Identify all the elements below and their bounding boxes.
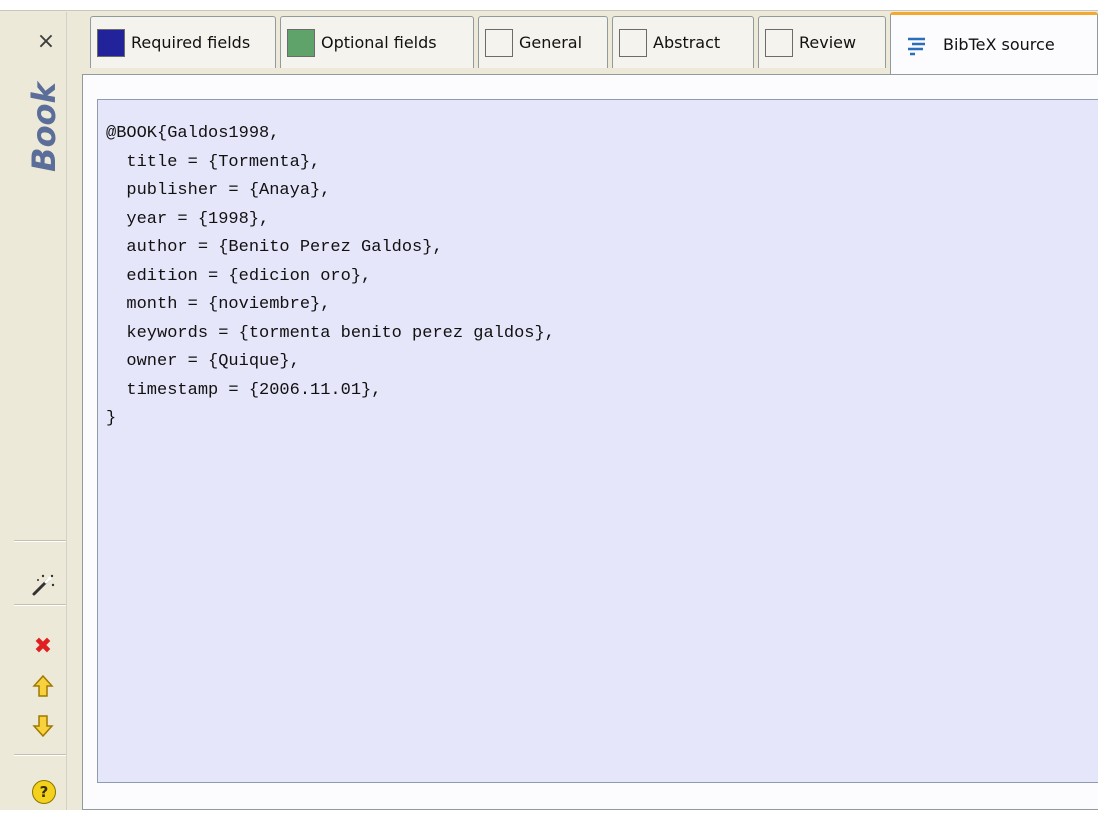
tab-optional-fields[interactable]: Optional fields [280, 16, 474, 68]
bottom-edge [0, 810, 1098, 815]
source-line: timestamp = {2006.11.01}, [106, 380, 382, 400]
entry-type-label: Book [25, 82, 63, 172]
source-line: title = {Tormenta}, [106, 152, 321, 172]
tab-label: General [519, 33, 583, 52]
color-swatch-icon [287, 28, 315, 57]
tab-bar: Required fields Optional fields General … [82, 12, 1098, 74]
toolbar-divider [14, 754, 66, 756]
source-line: author = {Benito Perez Galdos}, [106, 238, 443, 257]
delete-icon[interactable]: ✖ [30, 634, 56, 660]
arrow-up-icon[interactable] [30, 674, 56, 700]
color-swatch-icon [485, 28, 513, 57]
bibtex-source-editor[interactable]: @BOOK{Galdos1998, title = {Tormenta}, pu… [97, 99, 1098, 783]
toolbar-divider [14, 540, 66, 542]
tab-label: Review [799, 33, 857, 52]
entry-editor-window: × Book ✖ ? Required fields Optional fiel… [0, 0, 1098, 815]
tab-label: Optional fields [321, 33, 437, 52]
magic-wand-icon[interactable] [30, 572, 56, 598]
source-line: month = {noviembre}, [106, 295, 331, 314]
tab-review[interactable]: Review [758, 16, 886, 68]
source-line: publisher = {Anaya}, [106, 181, 331, 200]
source-line: keywords = {tormenta benito perez galdos… [106, 323, 555, 343]
source-line: owner = {Quique}, [106, 352, 300, 371]
arrow-down-icon[interactable] [30, 714, 56, 740]
source-line: @BOOK{Galdos1998, [106, 124, 280, 143]
tab-content-panel: @BOOK{Galdos1998, title = {Tormenta}, pu… [82, 74, 1098, 810]
tab-label: Required fields [131, 33, 251, 52]
top-strip [0, 0, 1098, 11]
bibtex-source-icon [908, 37, 925, 55]
entry-editor-toolbar: × Book ✖ ? [6, 12, 67, 810]
close-icon[interactable]: × [34, 30, 58, 54]
tab-label: Abstract [653, 33, 721, 52]
toolbar-divider [14, 604, 66, 606]
tab-label: BibTeX source [943, 35, 1055, 54]
tab-required-fields[interactable]: Required fields [90, 16, 276, 68]
tab-bibtex-source[interactable]: BibTeX source [890, 12, 1098, 74]
source-line: year = {1998}, [106, 209, 270, 229]
help-icon[interactable]: ? [32, 780, 56, 804]
color-swatch-icon [765, 28, 793, 57]
source-line: } [106, 409, 117, 428]
tab-general[interactable]: General [478, 16, 608, 68]
source-line: edition = {edicion oro}, [106, 266, 372, 286]
bibtex-source-text[interactable]: @BOOK{Galdos1998, title = {Tormenta}, pu… [98, 100, 1098, 434]
color-swatch-icon [619, 28, 647, 57]
color-swatch-icon [97, 28, 125, 57]
tab-abstract[interactable]: Abstract [612, 16, 754, 68]
